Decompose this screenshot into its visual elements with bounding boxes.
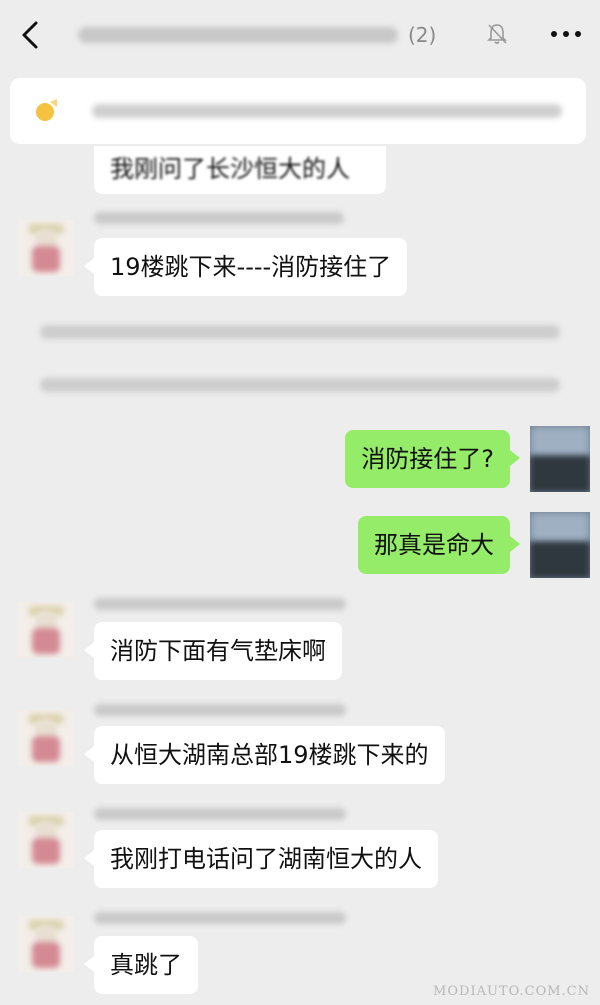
chat-title-blurred	[78, 27, 398, 43]
message-bubble[interactable]: 19楼跳下来----消防接住了	[83, 238, 408, 296]
avatar[interactable]	[18, 602, 74, 658]
avatar[interactable]	[18, 916, 74, 972]
message-bubble[interactable]: 从恒大湖南总部19楼跳下来的	[84, 726, 445, 784]
sender-name-blurred	[94, 808, 346, 820]
system-notice-blurred	[40, 378, 560, 392]
avatar[interactable]	[18, 220, 74, 276]
message-bubble-self[interactable]: 消防接住了?	[345, 430, 520, 488]
message-text: 真跳了	[110, 951, 182, 979]
sender-name-blurred	[94, 598, 346, 610]
member-count: (2)	[408, 23, 437, 47]
message-text: 消防下面有气垫床啊	[110, 637, 326, 665]
message-bubble-self[interactable]: 那真是命大	[358, 516, 520, 574]
watermark: MODIAUTO.COM.CN	[433, 984, 590, 999]
sender-name-blurred	[94, 212, 344, 224]
avatar[interactable]	[18, 710, 74, 766]
announcement-icon	[36, 99, 57, 121]
message-text: 我刚问了长沙恒大的人	[110, 155, 350, 183]
sender-name-blurred	[94, 704, 346, 716]
self-avatar[interactable]	[530, 426, 590, 492]
message-bubble-partial[interactable]: 我刚问了长沙恒大的人	[94, 146, 386, 194]
message-text: 从恒大湖南总部19楼跳下来的	[110, 741, 429, 769]
chat-title: (2)	[78, 23, 473, 47]
self-avatar[interactable]	[530, 512, 590, 578]
group-announcement-bar[interactable]	[10, 78, 586, 144]
back-icon[interactable]	[18, 20, 44, 50]
message-text: 消防接住了?	[361, 445, 494, 473]
message-bubble[interactable]: 我刚打电话问了湖南恒大的人	[84, 830, 438, 888]
message-text: 我刚打电话问了湖南恒大的人	[110, 845, 422, 873]
more-icon[interactable]	[548, 22, 584, 46]
message-text: 那真是命大	[374, 531, 494, 559]
sender-name-blurred	[94, 912, 346, 924]
message-text: 19楼跳下来----消防接住了	[110, 253, 392, 281]
chat-header: (2)	[0, 0, 600, 70]
system-notice-blurred	[40, 325, 560, 339]
message-bubble[interactable]: 消防下面有气垫床啊	[84, 622, 342, 680]
message-bubble[interactable]: 真跳了	[84, 936, 198, 994]
announcement-text-blurred	[92, 104, 562, 118]
avatar[interactable]	[18, 812, 74, 868]
mute-bell-icon	[487, 24, 507, 44]
